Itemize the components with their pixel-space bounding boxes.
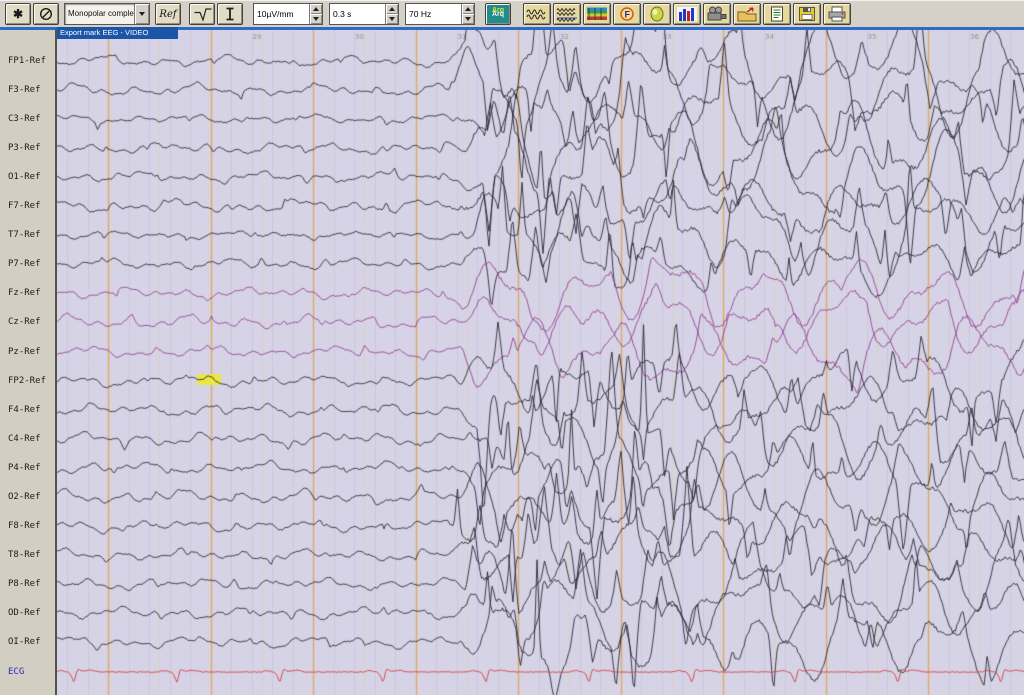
channel-label-cz-ref: Cz-Ref	[8, 317, 41, 327]
sensitivity-input[interactable]	[254, 4, 309, 24]
channel-label-f3-ref: F3-Ref	[8, 85, 41, 95]
histogram-icon	[676, 6, 698, 22]
disable-button[interactable]	[33, 3, 59, 25]
spectrogram-button[interactable]	[583, 3, 611, 25]
filter-spin-down-icon[interactable]	[462, 14, 474, 24]
histogram-button[interactable]	[673, 3, 701, 25]
eeg-application-window: ✱ Monopolar comple Ref	[0, 0, 1024, 695]
montage-select-value: Monopolar comple	[65, 4, 134, 24]
frequency-analysis-icon: F	[616, 6, 638, 22]
asterisk-icon: ✱	[13, 8, 23, 20]
export-folder-icon	[736, 6, 758, 22]
multi-trace-icon	[556, 6, 578, 22]
channel-label-c3-ref: C3-Ref	[8, 114, 41, 124]
timebase-spin-up-icon[interactable]	[386, 4, 398, 14]
channel-label-fz-ref: Fz-Ref	[8, 288, 41, 298]
channel-label-gutter: FP1-Ref F3-Ref C3-Ref P3-Ref O1-Ref F7-Ref T7-…	[0, 30, 55, 695]
channel-label-oi-ref: OI-Ref	[8, 637, 41, 647]
trace-window-title: Export mark EEG - VIDEO	[57, 27, 178, 39]
timebase-spin-down-icon[interactable]	[386, 14, 398, 24]
channel-label-f8-ref: F8-Ref	[8, 521, 41, 531]
channel-label-od-ref: OD-Ref	[8, 608, 41, 618]
export-button[interactable]	[733, 3, 761, 25]
eeg-trace-icon	[526, 6, 548, 22]
print-button[interactable]	[823, 3, 851, 25]
channel-label-p8-ref: P8-Ref	[8, 579, 41, 589]
frequency-analysis-button[interactable]: F	[613, 3, 641, 25]
printer-icon	[826, 6, 848, 22]
eeg-trace-canvas[interactable]	[57, 30, 1024, 695]
channel-label-fp2-ref: FP2-Ref	[8, 376, 46, 386]
lowpass-filter-spinner	[405, 3, 475, 25]
amplitude-scale-button[interactable]	[217, 3, 243, 25]
channel-label-p3-ref: P3-Ref	[8, 143, 41, 153]
notch-filter-icon	[193, 7, 212, 22]
save-floppy-icon	[796, 6, 818, 22]
arq-button[interactable]: Arq	[485, 3, 511, 25]
reference-button-label: Ref	[159, 9, 176, 20]
channel-label-p7-ref: P7-Ref	[8, 259, 41, 269]
eeg-trace-view-button[interactable]	[523, 3, 551, 25]
timebase-input[interactable]	[330, 4, 385, 24]
channel-label-t8-ref: T8-Ref	[8, 550, 41, 560]
channel-label-t7-ref: T7-Ref	[8, 230, 41, 240]
svg-text:F: F	[625, 10, 631, 20]
channel-label-p4-ref: P4-Ref	[8, 463, 41, 473]
reference-button[interactable]: Ref	[155, 3, 181, 25]
channel-label-o1-ref: O1-Ref	[8, 172, 41, 182]
notch-filter-button[interactable]	[189, 3, 215, 25]
channel-label-f4-ref: F4-Ref	[8, 405, 41, 415]
sensitivity-spinner	[253, 3, 323, 25]
multi-trace-view-button[interactable]	[553, 3, 581, 25]
video-button[interactable]	[703, 3, 731, 25]
amplitude-ibeam-icon	[222, 6, 238, 22]
no-symbol-icon	[39, 7, 53, 21]
report-document-icon	[766, 6, 788, 22]
timebase-spinner	[329, 3, 399, 25]
lowpass-filter-input[interactable]	[406, 4, 461, 24]
filter-spin-up-icon[interactable]	[462, 4, 474, 14]
spectrogram-icon	[586, 6, 608, 22]
channel-label-pz-ref: Pz-Ref	[8, 347, 41, 357]
brain-map-sphere-icon	[646, 6, 668, 22]
channel-label-o2-ref: O2-Ref	[8, 492, 41, 502]
channel-label-ecg: ECG	[8, 667, 24, 677]
brain-map-button[interactable]	[643, 3, 671, 25]
montage-select[interactable]: Monopolar comple	[64, 3, 150, 25]
save-button[interactable]	[793, 3, 821, 25]
report-button[interactable]	[763, 3, 791, 25]
sensitivity-spin-up-icon[interactable]	[310, 4, 322, 14]
event-mark-button[interactable]: ✱	[5, 3, 31, 25]
channel-label-c4-ref: C4-Ref	[8, 434, 41, 444]
video-camera-icon	[706, 6, 728, 22]
toolbar: ✱ Monopolar comple Ref	[0, 0, 1024, 27]
channel-label-fp1-ref: FP1-Ref	[8, 56, 46, 66]
arq-button-label: Arq	[492, 11, 504, 18]
chevron-down-icon[interactable]	[134, 4, 149, 24]
sensitivity-spin-down-icon[interactable]	[310, 14, 322, 24]
channel-label-f7-ref: F7-Ref	[8, 201, 41, 211]
